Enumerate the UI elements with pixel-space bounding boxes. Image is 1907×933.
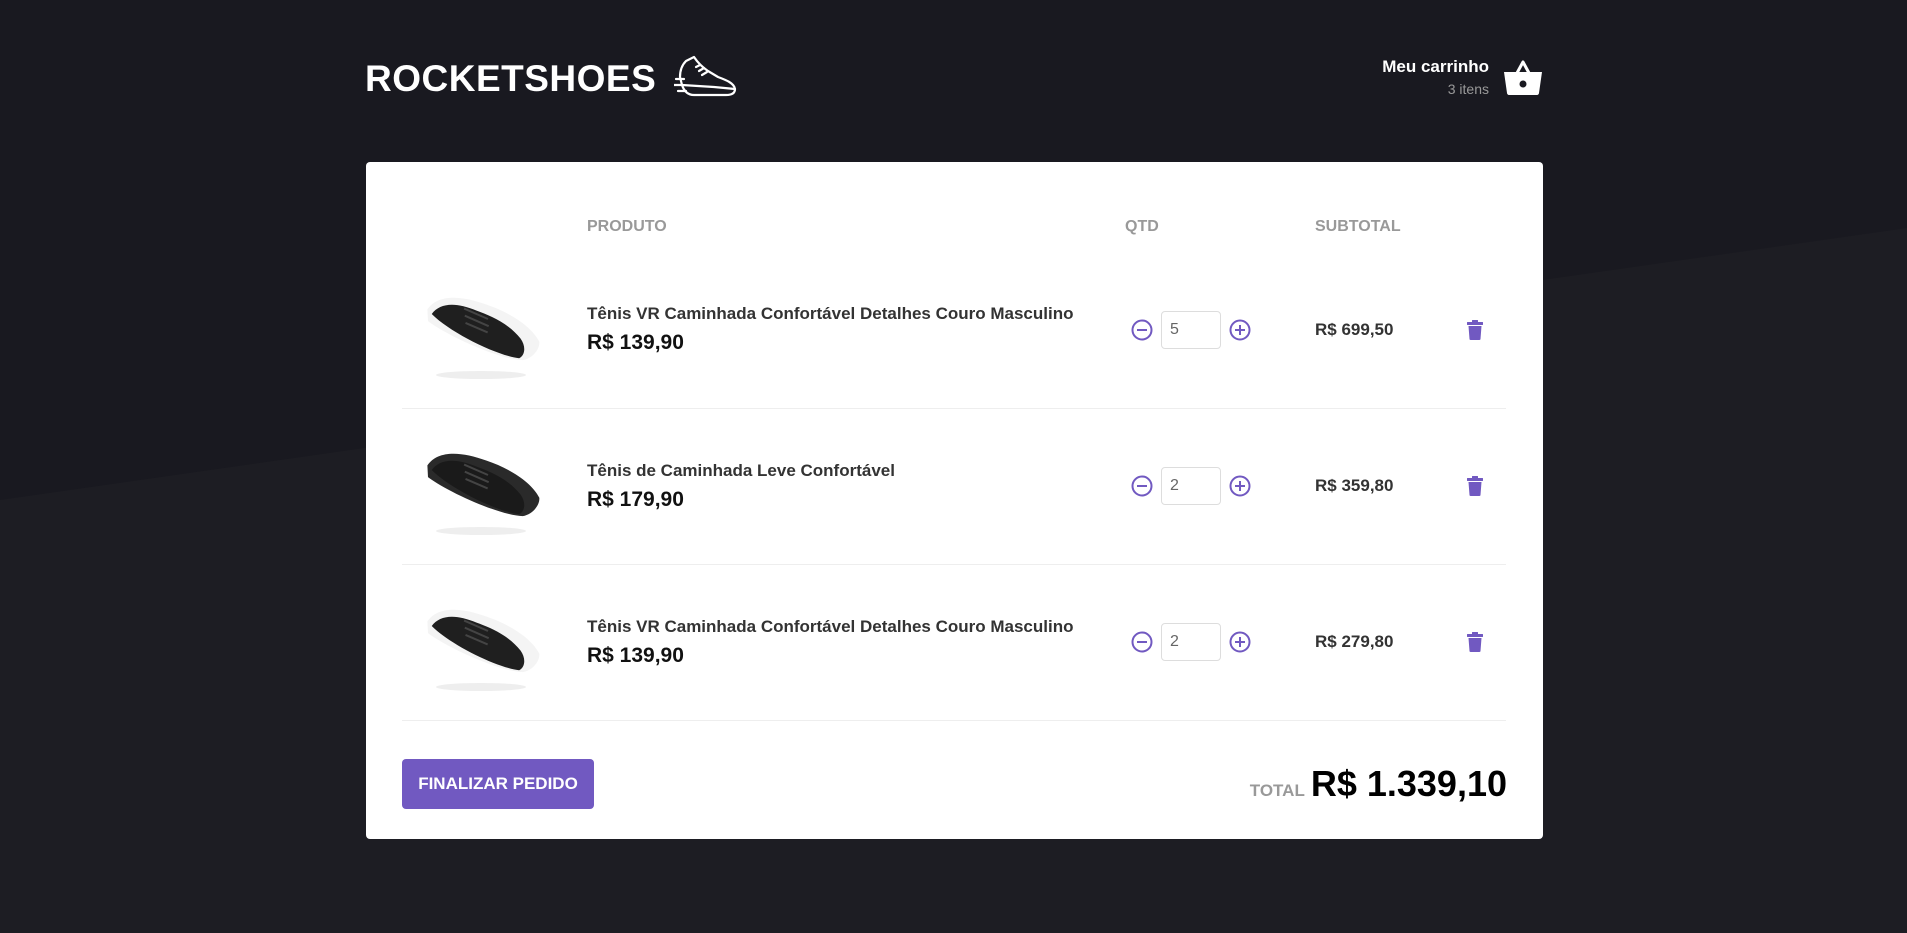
header-qty: QTD: [1125, 218, 1159, 235]
header-product: PRODUTO: [587, 218, 667, 235]
delete-cell: [1441, 252, 1506, 409]
product-name: Tênis de Caminhada Leve Confortável: [587, 460, 895, 480]
product-name: Tênis VR Caminhada Confortável Detalhes …: [587, 304, 1074, 324]
product-image-cell: [402, 564, 587, 721]
increase-button[interactable]: [1229, 319, 1251, 341]
delete-button[interactable]: [1467, 319, 1483, 340]
delete-cell: [1441, 564, 1506, 721]
table-header-row: PRODUTO QTD SUBTOTAL: [402, 192, 1506, 252]
quantity-cell: [1125, 408, 1315, 565]
brand-name: ROCKETSHOES: [365, 58, 657, 99]
product-info-cell: Tênis VR Caminhada Confortável Detalhes …: [587, 252, 1125, 409]
cart-item-count: 3 itens: [1447, 81, 1489, 97]
finish-order-button[interactable]: FINALIZAR PEDIDO: [402, 758, 594, 809]
product-info-cell: Tênis de Caminhada Leve Confortável R$ 1…: [587, 408, 1125, 565]
product-image-cell: [402, 252, 587, 409]
product-image: [427, 609, 540, 691]
plus-circle-icon: [1229, 319, 1251, 341]
delete-button[interactable]: [1467, 632, 1483, 652]
header-subtotal: SUBTOTAL: [1315, 218, 1401, 235]
header-delete: [1441, 192, 1506, 252]
delete-cell: [1441, 408, 1506, 565]
total-value: R$ 1.339,10: [1310, 762, 1507, 804]
cart-panel: PRODUTO QTD SUBTOTAL Tênis VR Caminhada …: [366, 162, 1543, 839]
minus-circle-icon: [1131, 631, 1153, 653]
product-name: Tênis VR Caminhada Confortável Detalhes …: [587, 616, 1074, 636]
table-row: Tênis VR Caminhada Confortável Detalhes …: [402, 564, 1506, 721]
cart-title: Meu carrinho: [1382, 57, 1489, 76]
cart-footer: FINALIZAR PEDIDO TOTAL R$ 1.339,10: [402, 758, 1507, 809]
table-row: Tênis VR Caminhada Confortável Detalhes …: [402, 252, 1506, 409]
trash-icon: [1467, 319, 1483, 340]
product-image: [427, 297, 540, 379]
item-subtotal: R$ 359,80: [1315, 476, 1394, 495]
increase-button[interactable]: [1229, 631, 1251, 653]
quantity-input[interactable]: [1161, 623, 1221, 661]
quantity-stepper: [1131, 623, 1315, 661]
plus-circle-icon: [1229, 631, 1251, 653]
trash-icon: [1467, 632, 1483, 652]
subtotal-cell: R$ 359,80: [1315, 408, 1441, 565]
quantity-cell: [1125, 252, 1315, 409]
total: TOTAL R$ 1.339,10: [1250, 763, 1507, 805]
quantity-cell: [1125, 564, 1315, 721]
basket-icon: [1504, 60, 1542, 95]
increase-button[interactable]: [1229, 475, 1251, 497]
product-price: R$ 139,90: [587, 331, 684, 355]
item-subtotal: R$ 279,80: [1315, 632, 1394, 651]
product-price: R$ 179,90: [587, 487, 684, 511]
logo[interactable]: ROCKETSHOES: [365, 55, 738, 103]
delete-button[interactable]: [1467, 476, 1483, 496]
decrease-button[interactable]: [1131, 631, 1153, 653]
minus-circle-icon: [1131, 319, 1153, 341]
item-subtotal: R$ 699,50: [1315, 319, 1394, 339]
minus-circle-icon: [1131, 475, 1153, 497]
sneaker-icon: [674, 55, 737, 97]
table-row: Tênis de Caminhada Leve Confortável R$ 1…: [402, 408, 1506, 565]
decrease-button[interactable]: [1131, 475, 1153, 497]
quantity-stepper: [1131, 310, 1315, 349]
plus-circle-icon: [1229, 475, 1251, 497]
cart-link[interactable]: Meu carrinho 3 itens: [1382, 57, 1543, 97]
trash-icon: [1467, 476, 1483, 496]
decrease-button[interactable]: [1131, 319, 1153, 341]
subtotal-cell: R$ 699,50: [1315, 252, 1441, 409]
header: ROCKETSHOES Meu carrinho 3 itens: [365, 0, 1543, 162]
quantity-input[interactable]: [1161, 467, 1221, 505]
quantity-input[interactable]: [1161, 310, 1221, 349]
page-container: ROCKETSHOES Meu carrinho 3 itens PRODUTO…: [365, 0, 1543, 839]
product-info-cell: Tênis VR Caminhada Confortável Detalhes …: [587, 564, 1125, 721]
total-label: TOTAL: [1249, 780, 1305, 800]
quantity-stepper: [1131, 467, 1315, 505]
subtotal-cell: R$ 279,80: [1315, 564, 1441, 721]
header-image: [402, 192, 587, 252]
product-image-cell: [402, 408, 587, 565]
product-image: [427, 453, 540, 535]
product-table: PRODUTO QTD SUBTOTAL Tênis VR Caminhada …: [402, 192, 1506, 721]
cart-summary: Meu carrinho 3 itens: [1382, 57, 1489, 97]
product-price: R$ 139,90: [587, 643, 684, 667]
